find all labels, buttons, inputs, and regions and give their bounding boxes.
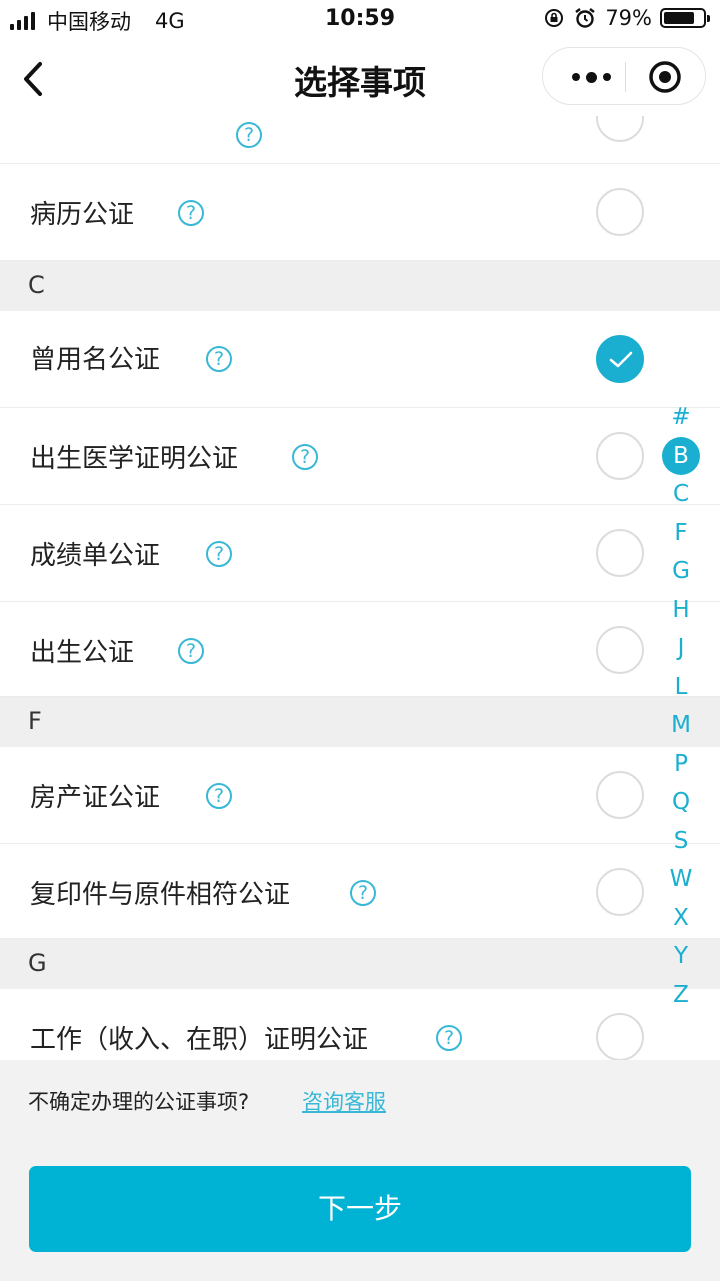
more-button[interactable] [561, 48, 621, 106]
battery-percent: 79% [605, 6, 652, 30]
index-letter-text: J [677, 635, 685, 661]
list-item[interactable]: 曾用名公证 ? [0, 311, 720, 408]
miniprogram-capsule [542, 47, 706, 105]
alarm-icon [575, 8, 596, 28]
section-header: G [0, 939, 720, 989]
index-letter-text: M [671, 712, 691, 738]
index-letter-text: Q [671, 789, 691, 815]
item-list[interactable]: ? 病历公证 ? C 曾用名公证 ? 出生医学证明公证 ? 成绩单公证 ? 出生… [0, 116, 720, 1060]
list-item-partial[interactable]: ? [0, 116, 720, 164]
item-label: 出生公证 [30, 638, 135, 668]
item-label: 房产证公证 [30, 783, 161, 813]
list-item[interactable]: 出生公证 ? [0, 602, 720, 697]
list-item[interactable]: 成绩单公证 ? [0, 505, 720, 602]
item-label: 曾用名公证 [30, 345, 161, 375]
help-question-icon[interactable]: ? [206, 346, 232, 372]
capsule-divider [625, 62, 626, 92]
battery-icon [660, 8, 710, 28]
item-label: 出生医学证明公证 [30, 444, 239, 474]
checkmark-icon [609, 351, 633, 368]
index-letter[interactable]: W [660, 860, 702, 899]
help-prompt-text: 不确定办理的公证事项? [28, 1090, 250, 1114]
index-letter[interactable]: G [660, 552, 702, 591]
index-letter[interactable]: Z [660, 976, 702, 1015]
index-letter[interactable]: F [660, 514, 702, 553]
help-question-icon[interactable]: ? [350, 880, 376, 906]
status-right: 79% [543, 6, 710, 30]
item-radio[interactable] [596, 868, 644, 916]
index-letter-text: # [671, 404, 691, 430]
item-label: 复印件与原件相符公证 [30, 880, 291, 910]
index-letter[interactable]: B [660, 436, 702, 476]
index-letter-text: S [673, 827, 689, 854]
item-label: 工作（收入、在职）证明公证 [30, 1025, 369, 1055]
help-question-icon[interactable]: ? [178, 200, 204, 226]
alphabet-index[interactable]: # B C F G H J L M P Q S W X Y Z [660, 398, 702, 1014]
index-letter-text: X [673, 904, 689, 931]
footer: 不确定办理的公证事项? 咨询客服 下一步 [0, 1060, 720, 1281]
section-letter: G [28, 949, 47, 977]
nav-bar: 选择事项 [0, 40, 720, 116]
index-letter-text: C [672, 481, 690, 507]
list-item[interactable]: 出生医学证明公证 ? [0, 408, 720, 505]
section-header: F [0, 697, 720, 747]
item-label: 病历公证 [30, 200, 135, 230]
section-letter: C [28, 271, 45, 299]
index-letter[interactable]: Q [660, 783, 702, 822]
index-letter-text: H [672, 596, 690, 623]
index-letter-text: W [669, 866, 693, 892]
index-letter[interactable]: S [660, 822, 702, 861]
item-radio[interactable] [596, 1013, 644, 1060]
help-question-icon[interactable]: ? [206, 541, 232, 567]
rotation-lock-icon [545, 9, 564, 27]
item-radio[interactable] [596, 116, 644, 142]
index-letter[interactable]: Y [660, 937, 702, 976]
index-letter[interactable]: J [660, 629, 702, 668]
section-letter: F [28, 707, 42, 735]
item-radio[interactable] [596, 771, 644, 819]
item-radio-checked[interactable] [596, 335, 644, 383]
index-letter-text: G [672, 558, 690, 584]
index-letter-text: Y [673, 943, 689, 969]
index-letter[interactable]: C [660, 475, 702, 514]
list-item[interactable]: 房产证公证 ? [0, 747, 720, 844]
index-letter[interactable]: # [660, 398, 702, 437]
index-letter[interactable]: L [660, 668, 702, 707]
help-question-icon[interactable]: ? [236, 122, 262, 148]
help-question-icon[interactable]: ? [178, 638, 204, 664]
contact-service-link[interactable]: 咨询客服 [302, 1086, 386, 1116]
help-question-icon[interactable]: ? [436, 1025, 462, 1051]
status-bar: 中国移动 4G 10:59 79% [0, 0, 720, 40]
item-radio[interactable] [596, 432, 644, 480]
item-radio[interactable] [596, 529, 644, 577]
help-question-icon[interactable]: ? [206, 783, 232, 809]
target-close-icon [649, 61, 681, 93]
item-label: 成绩单公证 [30, 541, 161, 571]
list-item[interactable]: 复印件与原件相符公证 ? [0, 844, 720, 939]
item-radio[interactable] [596, 626, 644, 674]
more-dot-icon [585, 71, 597, 83]
index-letter-text: Z [673, 981, 689, 1008]
battery-fill [664, 12, 694, 24]
more-dot-icon [571, 73, 580, 81]
section-header: C [0, 261, 720, 311]
close-miniprogram-button[interactable] [633, 48, 697, 106]
help-question-icon[interactable]: ? [292, 444, 318, 470]
next-step-button[interactable]: 下一步 [29, 1166, 691, 1252]
index-letter[interactable]: M [660, 706, 702, 745]
list-item[interactable]: 病历公证 ? [0, 164, 720, 261]
index-letter-text: F [674, 519, 688, 546]
list-item[interactable]: 工作（收入、在职）证明公证 ? [0, 989, 720, 1060]
index-letter[interactable]: H [660, 591, 702, 630]
index-letter-text: B [662, 436, 700, 475]
index-letter[interactable]: X [660, 899, 702, 938]
item-radio[interactable] [596, 188, 644, 236]
index-letter-text: P [674, 750, 688, 777]
index-letter[interactable]: P [660, 745, 702, 784]
more-dot-icon [602, 73, 611, 81]
index-letter-text: L [674, 673, 688, 700]
